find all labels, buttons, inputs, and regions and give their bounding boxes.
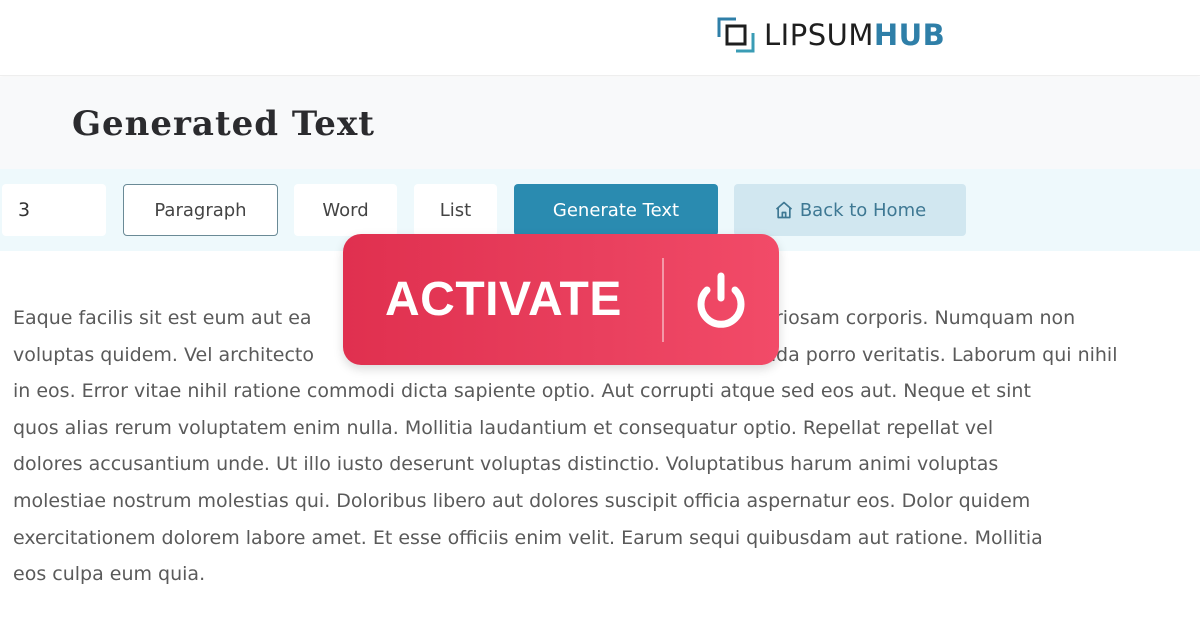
generate-text-button[interactable]: Generate Text: [514, 184, 718, 236]
activate-label: ACTIVATE: [385, 273, 622, 326]
text-line: quos alias rerum voluptatem enim nulla. …: [13, 416, 994, 439]
text-line: eos culpa eum quia.: [13, 563, 206, 586]
logo-text-hub: HUB: [873, 18, 946, 52]
back-to-home-label: Back to Home: [799, 199, 927, 221]
logo-text: LIPSUMHUB: [764, 15, 945, 55]
text-line: exercitationem dolorem labore amet. Et e…: [13, 526, 1043, 549]
word-button[interactable]: Word: [294, 184, 397, 236]
quantity-input[interactable]: 3: [2, 184, 106, 236]
power-icon: [697, 272, 745, 328]
text-line-fragment-1: riosam corporis. Numquam non: [775, 307, 1076, 329]
lipsumhub-logo[interactable]: LIPSUMHUB: [716, 15, 945, 55]
activate-button[interactable]: ACTIVATE: [343, 234, 779, 365]
logo-text-lipsum: LIPSUM: [764, 18, 874, 52]
top-bar: [0, 0, 1200, 76]
activate-divider: [662, 258, 664, 342]
back-to-home-button[interactable]: Back to Home: [734, 184, 966, 236]
text-line: in eos. Error vitae nihil ratione commod…: [13, 380, 1031, 403]
text-line-fragment-2: nda porro veritatis. Laborum qui nihil: [764, 343, 1118, 366]
page-title: Generated Text: [72, 104, 375, 144]
home-icon: [775, 201, 792, 219]
list-button[interactable]: List: [414, 184, 497, 236]
nested-squares-logo-icon: [717, 17, 755, 53]
text-line: dolores accusantium unde. Ut illo iusto …: [13, 453, 999, 476]
text-line: molestiae nostrum molestias qui. Dolorib…: [13, 489, 1031, 512]
paragraph-button[interactable]: Paragraph: [123, 184, 278, 236]
